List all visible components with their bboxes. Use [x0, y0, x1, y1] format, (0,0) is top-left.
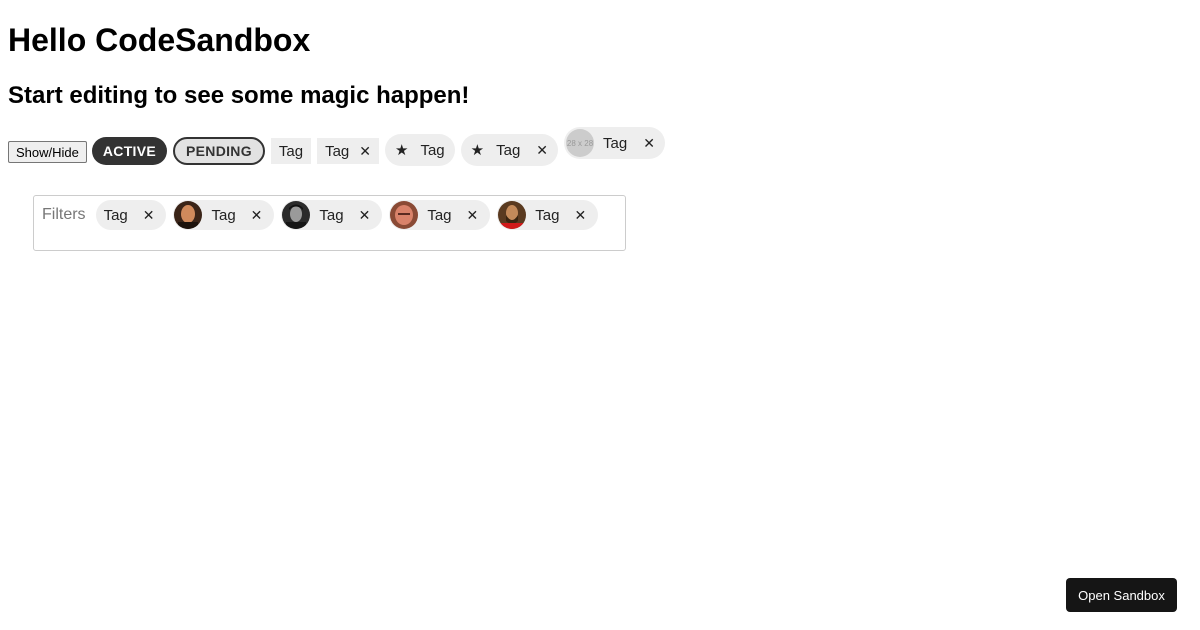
pending-status-tag[interactable]: PENDING	[173, 137, 265, 165]
chip-label: Tag	[427, 206, 452, 224]
chip-label: Tag	[211, 206, 236, 224]
tag-label: Tag	[325, 142, 350, 160]
close-icon[interactable]: ✕	[574, 207, 586, 224]
chip-label: Tag	[103, 206, 128, 224]
avatar	[390, 201, 419, 229]
avatar-placeholder-tag[interactable]: 28 x 28 Tag ✕	[564, 127, 665, 159]
close-icon[interactable]: ✕	[467, 207, 479, 224]
star-tag[interactable]: ★ Tag	[385, 134, 455, 166]
tag-row: Show/Hide ACTIVE PENDING Tag Tag ✕ ★ Tag…	[8, 127, 671, 170]
filter-chip[interactable]: Tag ✕	[95, 200, 167, 230]
close-icon[interactable]: ✕	[251, 207, 263, 224]
open-sandbox-button[interactable]: Open Sandbox	[1066, 578, 1177, 612]
tag-label: Tag	[603, 134, 628, 152]
avatar	[282, 201, 311, 229]
filters-input[interactable]: Filters Tag ✕ Tag ✕ Tag ✕ Tag ✕ Tag ✕	[33, 195, 626, 251]
page-title: Hello CodeSandbox	[8, 22, 311, 58]
chip-label: Tag	[319, 206, 344, 224]
close-icon[interactable]: ✕	[359, 207, 371, 224]
close-icon[interactable]: ✕	[359, 143, 371, 160]
avatar-placeholder-text: 28 x 28	[566, 138, 594, 148]
close-icon[interactable]: ✕	[643, 135, 655, 152]
filter-chip[interactable]: Tag ✕	[497, 200, 599, 230]
star-closable-tag[interactable]: ★ Tag ✕	[460, 134, 559, 166]
active-status-tag[interactable]: ACTIVE	[91, 137, 168, 165]
avatar-placeholder-image: 28 x 28	[566, 129, 595, 157]
avatar	[174, 201, 203, 229]
filters-label: Filters	[42, 206, 86, 223]
avatar	[498, 201, 527, 229]
star-icon: ★	[470, 142, 485, 159]
close-icon[interactable]: ✕	[143, 207, 155, 224]
page-subtitle: Start editing to see some magic happen!	[8, 82, 470, 109]
show-hide-button[interactable]: Show/Hide	[8, 141, 87, 163]
closable-tag[interactable]: Tag ✕	[317, 138, 380, 164]
filter-chip[interactable]: Tag ✕	[281, 200, 383, 230]
filter-chip[interactable]: Tag ✕	[173, 200, 275, 230]
chip-label: Tag	[535, 206, 560, 224]
filter-chip[interactable]: Tag ✕	[389, 200, 491, 230]
tag-label: Tag	[420, 141, 445, 159]
star-icon: ★	[395, 142, 409, 159]
tag-label: Tag	[278, 142, 304, 160]
plain-tag[interactable]: Tag	[270, 138, 312, 164]
page: Hello CodeSandbox Start editing to see s…	[0, 0, 1200, 630]
tag-label: Tag	[496, 141, 521, 159]
close-icon[interactable]: ✕	[536, 142, 548, 159]
